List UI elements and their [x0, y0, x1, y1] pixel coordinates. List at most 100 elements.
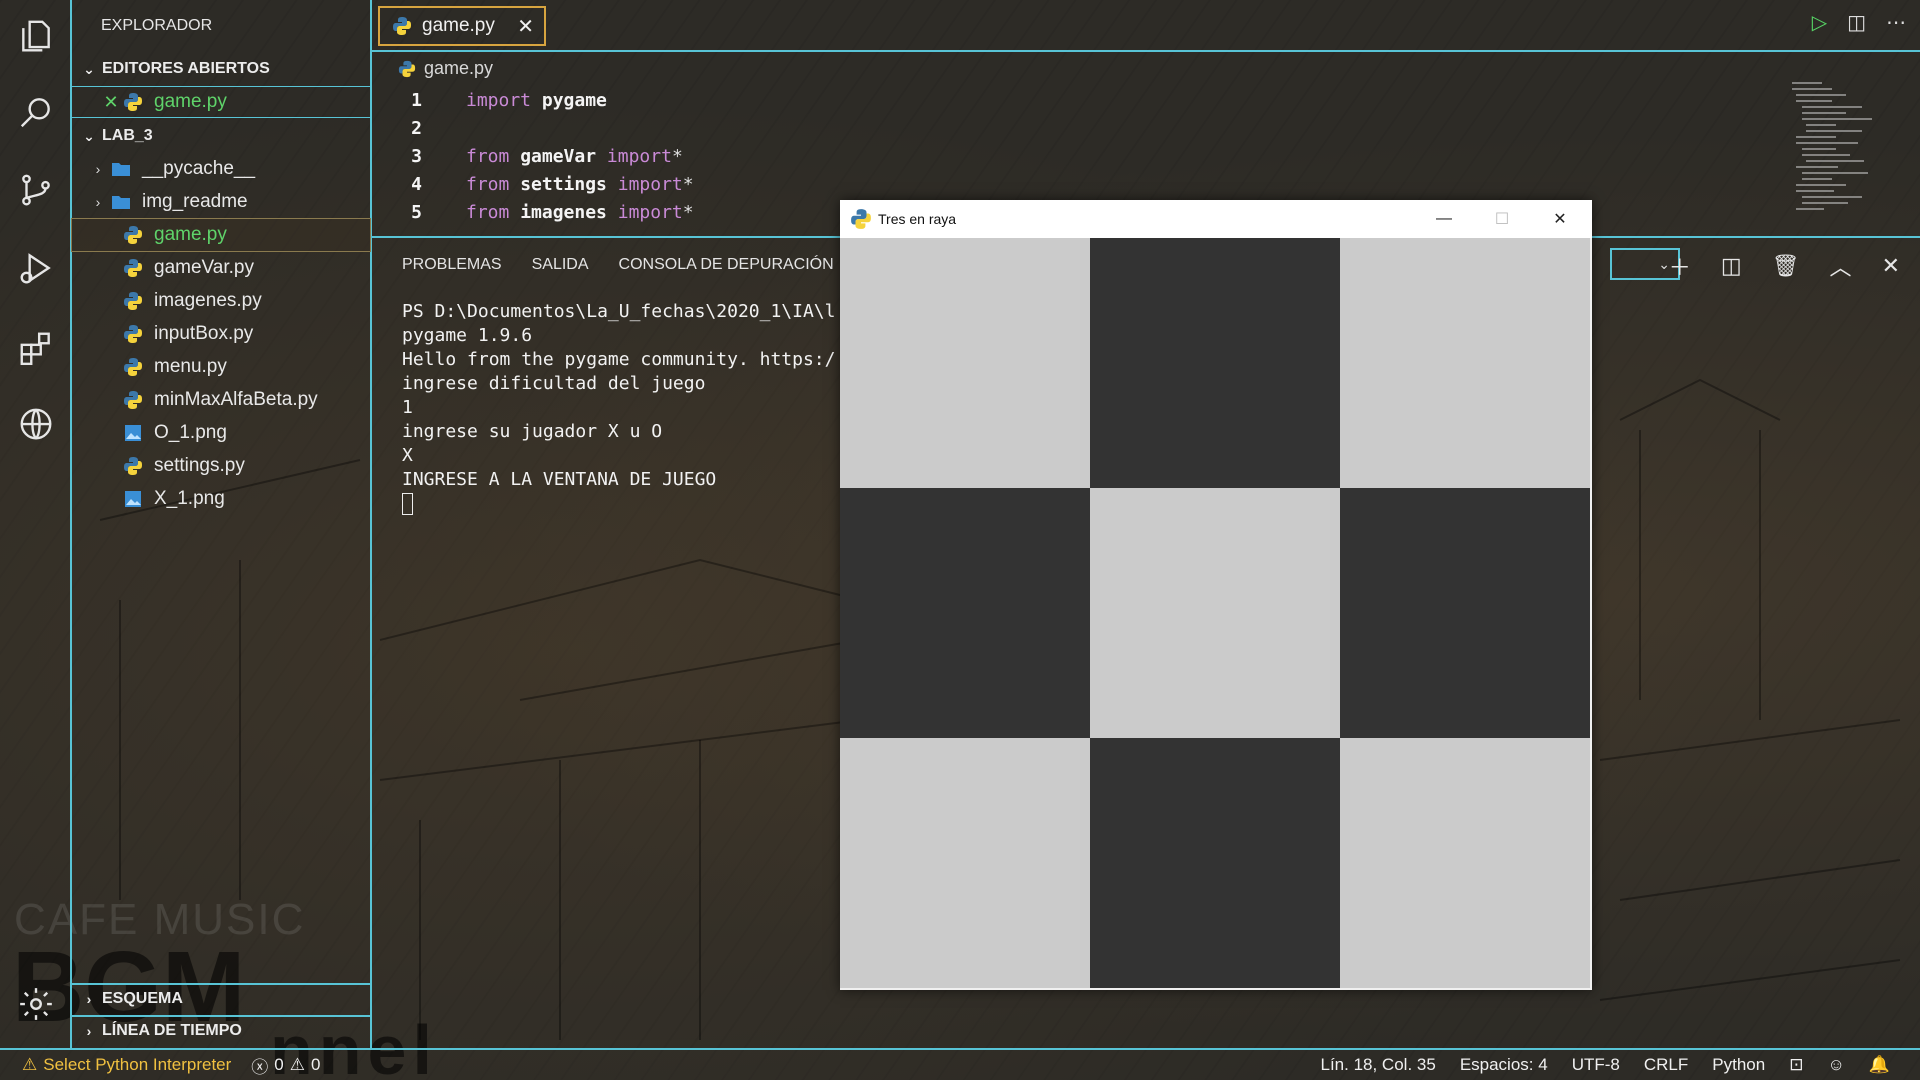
tab-game-py[interactable]: game.py ✕ — [378, 6, 546, 46]
code-tail: * — [671, 145, 683, 167]
tree-item-game-py[interactable]: game.py — [71, 218, 371, 252]
encoding[interactable]: UTF-8 — [1572, 1055, 1620, 1075]
game-window-titlebar[interactable]: Tres en raya — ☐ ✕ — [840, 200, 1592, 238]
indentation[interactable]: Espacios: 4 — [1460, 1055, 1548, 1075]
chevron-right-icon: › — [86, 1023, 92, 1039]
more-actions-icon[interactable]: ⋯ — [1886, 10, 1906, 35]
timeline-header[interactable]: › LÍNEA DE TIEMPO — [72, 1015, 370, 1045]
image-file-icon — [122, 422, 144, 444]
outline-header[interactable]: › ESQUEMA — [72, 983, 370, 1013]
open-editor-label: game.py — [154, 91, 227, 112]
terminal-line: 1 — [402, 397, 413, 418]
terminal-icon[interactable]: ⊡ — [1789, 1055, 1803, 1075]
tree-item-label: X_1.png — [154, 488, 225, 509]
explorer-title: EXPLORADOR — [101, 17, 213, 34]
lab3-folder-header[interactable]: ⌄ LAB_3 — [72, 121, 370, 151]
maximize-panel-icon[interactable]: ︿ — [1830, 250, 1852, 282]
tree-item-inputbox-py[interactable]: inputBox.py — [72, 318, 370, 350]
board-cell[interactable] — [840, 238, 1090, 488]
terminal-line: pygame 1.9.6 — [402, 325, 533, 346]
maximize-button[interactable]: ☐ — [1473, 200, 1531, 238]
code-keyword: import — [617, 173, 683, 195]
extensions-icon[interactable] — [14, 326, 58, 370]
tree-item-settings-py[interactable]: settings.py — [72, 450, 370, 482]
folder-icon — [110, 158, 132, 180]
explorer-sidebar: EXPLORADOR ⌄ EDITORES ABIERTOS ✕ game.py… — [71, 0, 372, 1048]
tree-item-label: minMaxAlfaBeta.py — [154, 389, 318, 410]
trash-icon[interactable]: 🗑 — [1772, 253, 1800, 279]
lab3-folder-label: LAB_3 — [102, 127, 153, 144]
timeline-label: LÍNEA DE TIEMPO — [102, 1022, 242, 1039]
split-editor-icon[interactable]: ◫ — [1847, 10, 1866, 35]
activity-bar — [0, 0, 72, 1048]
close-icon[interactable]: ✕ — [517, 14, 534, 39]
minimap[interactable] — [1782, 78, 1902, 238]
board-cell[interactable] — [840, 738, 1090, 988]
close-icon[interactable]: ✕ — [1882, 253, 1900, 279]
board-cell[interactable] — [1340, 738, 1590, 988]
open-editors-header[interactable]: ⌄ EDITORES ABIERTOS — [72, 54, 370, 84]
feedback-icon[interactable]: ☺ — [1827, 1055, 1844, 1075]
code-module: gameVar — [520, 145, 597, 167]
status-bar: ⚠ Select Python Interpreter ⓧ 0 ⚠ 0 Lín.… — [0, 1048, 1920, 1080]
breadcrumb-file[interactable]: game.py — [424, 58, 493, 79]
tree-item-o1-png[interactable]: O_1.png — [72, 417, 370, 449]
tree-item-x1-png[interactable]: X_1.png — [72, 483, 370, 515]
python-file-icon — [122, 257, 144, 279]
python-file-icon — [398, 60, 416, 77]
pygame-icon — [851, 209, 871, 229]
select-interpreter[interactable]: ⚠ Select Python Interpreter — [22, 1055, 231, 1075]
tree-item-minmax-py[interactable]: minMaxAlfaBeta.py — [72, 384, 370, 416]
new-terminal-icon[interactable]: ＋ — [1669, 250, 1691, 282]
run-debug-icon[interactable] — [14, 246, 58, 290]
tree-item-gamevar-py[interactable]: gameVar.py — [72, 252, 370, 284]
chevron-down-icon: ⌄ — [83, 60, 95, 77]
close-button[interactable]: ✕ — [1531, 200, 1589, 238]
line-number: 4 — [411, 173, 422, 195]
error-count: 0 — [274, 1055, 284, 1074]
language-mode[interactable]: Python — [1712, 1055, 1765, 1075]
python-file-icon — [392, 16, 412, 36]
tab-problems[interactable]: PROBLEMAS — [402, 256, 502, 274]
editor-tab-bar: game.py ✕ ▷ ◫ ⋯ — [372, 0, 1920, 52]
source-control-icon[interactable] — [14, 168, 58, 212]
board-cell[interactable] — [1090, 488, 1340, 738]
code-keyword: import — [466, 89, 532, 111]
tree-item-menu-py[interactable]: menu.py — [72, 351, 370, 383]
board-cell[interactable] — [1090, 738, 1340, 988]
code-keyword: from — [466, 173, 510, 195]
tree-item-label: menu.py — [154, 356, 227, 377]
chevron-right-icon: › — [86, 991, 92, 1007]
code-module: pygame — [541, 89, 607, 111]
tree-item-pycache[interactable]: › __pycache__ — [72, 153, 370, 185]
board-cell[interactable] — [1340, 238, 1590, 488]
board-cell[interactable] — [1340, 488, 1590, 738]
tab-debug-console[interactable]: CONSOLA DE DEPURACIÓN — [619, 256, 834, 274]
open-editor-game-py[interactable]: ✕ game.py — [72, 86, 370, 118]
run-icon[interactable]: ▷ — [1812, 10, 1827, 35]
gear-icon[interactable] — [14, 982, 58, 1026]
terminal-output[interactable]: PS D:\Documentos\La_U_fechas\2020_1\IA\l… — [402, 300, 835, 516]
minimize-button[interactable]: — — [1415, 200, 1473, 238]
split-terminal-icon[interactable]: ◫ — [1721, 253, 1742, 279]
cursor-position[interactable]: Lín. 18, Col. 35 — [1321, 1055, 1436, 1075]
search-icon[interactable] — [14, 90, 58, 134]
remote-explorer-icon[interactable] — [14, 402, 58, 446]
tree-item-imagenes-py[interactable]: imagenes.py — [72, 285, 370, 317]
explorer-icon[interactable] — [14, 14, 58, 58]
tab-output[interactable]: SALIDA — [532, 256, 589, 274]
board-cell[interactable] — [840, 488, 1090, 738]
tree-item-label: gameVar.py — [154, 257, 254, 278]
panel-actions: ＋ ◫ 🗑 ︿ ✕ — [1669, 250, 1900, 282]
chevron-right-icon: › — [95, 194, 101, 210]
end-of-line[interactable]: CRLF — [1644, 1055, 1688, 1075]
terminal-line: PS D:\Documentos\La_U_fechas\2020_1\IA\l — [402, 301, 836, 322]
bell-icon[interactable]: 🔔 — [1869, 1055, 1890, 1075]
tree-item-label: settings.py — [154, 455, 245, 476]
problems-indicator[interactable]: ⓧ 0 ⚠ 0 — [251, 1053, 320, 1078]
tree-item-img-readme[interactable]: › img_readme — [72, 186, 370, 218]
game-window[interactable]: Tres en raya — ☐ ✕ — [840, 200, 1592, 990]
close-icon[interactable]: ✕ — [100, 92, 122, 113]
board-cell[interactable] — [1090, 238, 1340, 488]
outline-label: ESQUEMA — [102, 990, 183, 1007]
